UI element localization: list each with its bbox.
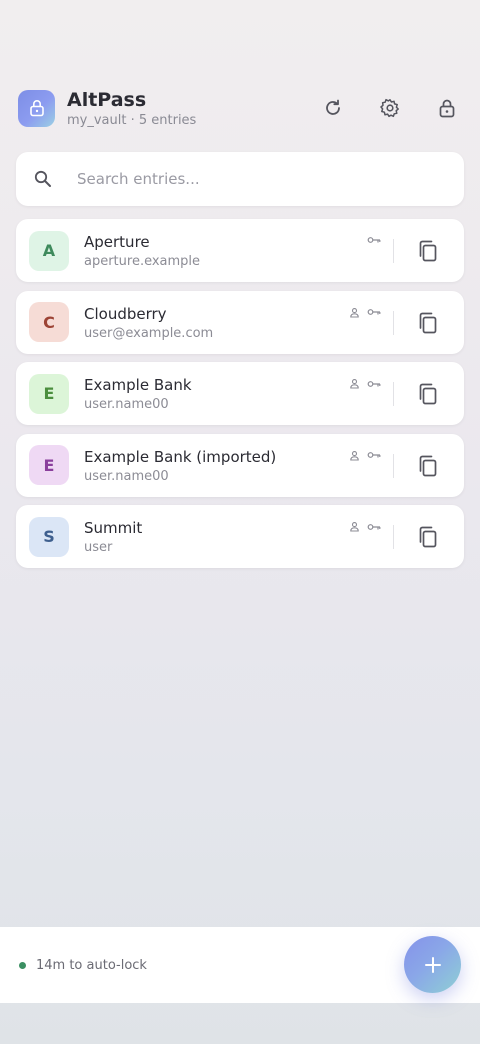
key-icon [367, 307, 381, 317]
app-logo [18, 89, 55, 127]
entry-username: user.name00 [84, 468, 169, 484]
entry-avatar: S [29, 516, 69, 557]
user-icon [349, 450, 360, 461]
entry-username: aperture.example [84, 254, 201, 269]
copy-button[interactable] [416, 454, 440, 478]
title-block: AltPass my_vault · 5 entries [67, 89, 196, 128]
gear-icon [380, 98, 399, 118]
refresh-icon [326, 99, 340, 115]
entry-row[interactable]: E Example Bank user.name00 [16, 362, 464, 425]
user-icon [349, 378, 360, 389]
entry-username: user.name00 [84, 397, 169, 412]
entry-field-indicators [360, 235, 381, 245]
entry-field-indicators [342, 378, 381, 389]
entry-row[interactable]: A Aperture aperture.example [16, 219, 464, 282]
app-title: AltPass [67, 88, 147, 111]
entry-row[interactable]: E Example Bank (imported) user.name00 [16, 433, 464, 497]
entry-text: Example Bank (imported) user.name00 [84, 447, 276, 484]
search-input[interactable] [77, 170, 417, 188]
copy-button[interactable] [416, 239, 440, 263]
header-actions [318, 93, 462, 123]
settings-button[interactable] [375, 93, 405, 123]
entry-avatar: E [29, 373, 69, 414]
entry-list: A Aperture aperture.example C Cloudberry user… [16, 219, 464, 577]
entry-name: Example Bank [84, 376, 192, 394]
entry-text: Example Bank user.name00 [84, 375, 192, 412]
entry-name: Cloudberry [84, 304, 167, 323]
copy-icon [417, 382, 439, 406]
lock-icon [439, 99, 455, 118]
entry-avatar: C [29, 302, 69, 342]
entry-avatar: A [29, 230, 69, 271]
key-icon [367, 235, 381, 245]
entry-text: Cloudberry user@example.com [84, 304, 213, 341]
key-icon [367, 379, 381, 389]
entry-field-indicators [342, 521, 381, 532]
copy-button[interactable] [416, 311, 440, 335]
entry-row[interactable]: C Cloudberry user@example.com [16, 290, 464, 354]
entry-username: user@example.com [84, 325, 214, 341]
divider [393, 453, 394, 478]
entry-name: Summit [84, 519, 143, 537]
plus-icon [424, 956, 441, 973]
divider [393, 310, 394, 335]
entry-text: Aperture aperture.example [84, 232, 200, 269]
divider [393, 525, 394, 549]
copy-button[interactable] [416, 525, 440, 549]
app-header: AltPass my_vault · 5 entries [18, 88, 462, 128]
user-icon [349, 307, 360, 318]
search-bar[interactable] [16, 152, 464, 206]
copy-icon [417, 525, 439, 549]
auto-lock-status: 14m to auto-lock [36, 957, 147, 973]
vault-subtitle: my_vault · 5 entries [67, 112, 197, 128]
status-dot [19, 961, 26, 969]
entry-row[interactable]: S Summit user [16, 505, 464, 568]
refresh-button[interactable] [318, 93, 348, 123]
search-icon [33, 169, 53, 189]
lock-icon [29, 100, 44, 117]
entry-name: Aperture [84, 233, 150, 251]
key-icon [367, 522, 381, 532]
copy-button[interactable] [416, 382, 440, 406]
copy-icon [417, 311, 439, 335]
key-icon [367, 450, 381, 460]
entry-field-indicators [342, 307, 381, 318]
copy-icon [417, 239, 439, 263]
entry-field-indicators [342, 450, 381, 461]
divider [393, 239, 394, 263]
entry-text: Summit user [84, 518, 142, 555]
user-icon [349, 521, 360, 532]
entry-avatar: E [29, 445, 69, 485]
entry-username: user [84, 540, 113, 555]
entry-name: Example Bank (imported) [84, 447, 277, 466]
copy-icon [417, 454, 439, 478]
lock-vault-button[interactable] [432, 93, 462, 123]
add-entry-button[interactable] [404, 936, 461, 993]
divider [393, 382, 394, 406]
